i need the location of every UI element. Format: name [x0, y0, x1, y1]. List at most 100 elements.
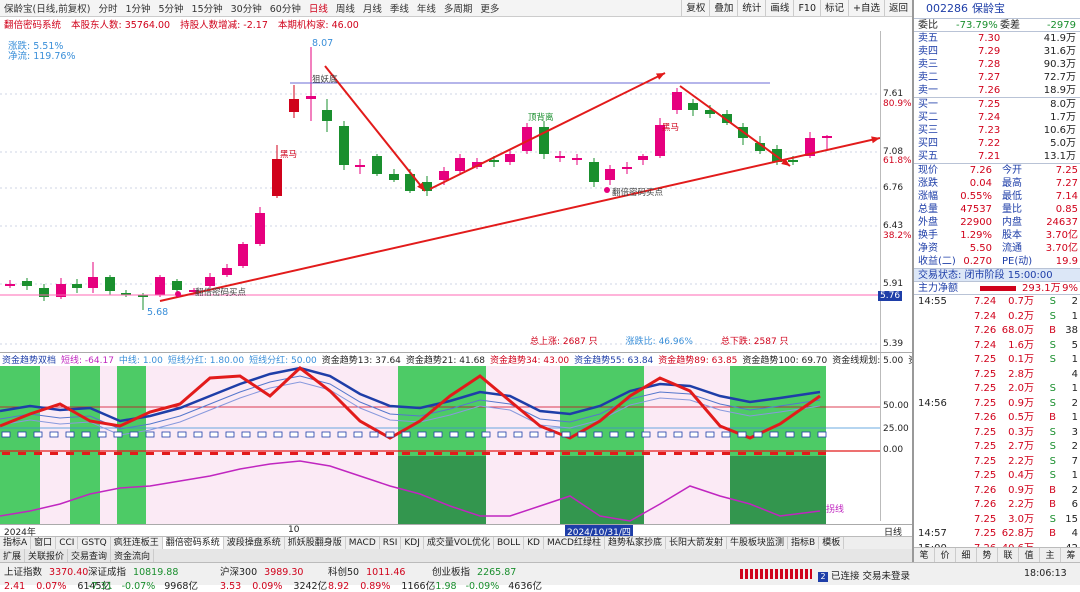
signal-dash	[578, 452, 586, 455]
indicator-tab[interactable]: GSTQ	[78, 537, 111, 549]
period-tab[interactable]: 5分钟	[155, 1, 188, 15]
buy-marker	[175, 291, 181, 297]
indicator-tab[interactable]: 抓妖股翻身版	[285, 537, 346, 549]
stat-row: 净资 5.50 流通 3.70亿	[914, 242, 1080, 255]
indicator-tab[interactable]: 长阳大箭发射	[666, 537, 727, 549]
tick-volume: 2.2万	[1008, 455, 1034, 467]
tick-volume: 0.2万	[1008, 310, 1034, 322]
candle-body	[822, 136, 832, 138]
tick-count: 7	[1071, 455, 1078, 467]
quote-tab[interactable]: 筹	[1061, 548, 1080, 562]
toolbar-button[interactable]: 统计	[737, 0, 765, 17]
indicator-tab[interactable]: 模板	[819, 537, 845, 549]
indicator-value: 中线: 1.00	[118, 356, 163, 366]
indicator-tab[interactable]: 牛股板块监测	[727, 537, 788, 549]
price-chart[interactable]: 涨跌: 5.51% 净流: 119.76% 8.07 5.68 翻倍密码买点 翻…	[0, 31, 881, 351]
indicator-tab[interactable]: 疯狂连板王	[111, 537, 163, 549]
quote-tab[interactable]: 笔	[914, 548, 935, 562]
period-tab[interactable]: 更多	[476, 1, 503, 15]
signal-mark	[785, 431, 795, 438]
order-volume: 41.9万	[1043, 33, 1076, 44]
signal-mark	[529, 431, 539, 438]
extension-tab[interactable]: 交易查询	[68, 549, 112, 562]
indicator-tab[interactable]: 趋势私家抄底	[605, 537, 666, 549]
toolbar-button[interactable]: 复权	[681, 0, 709, 17]
stat-row: 收益(二) 0.270 PE(动) 19.9	[914, 255, 1080, 268]
indicator-tab[interactable]: CCI	[56, 537, 79, 549]
tick-time: 14:57	[918, 528, 947, 539]
candlestick-chart[interactable]	[0, 31, 881, 351]
period-tab[interactable]: 日线	[305, 1, 332, 15]
order-book-row: 买一 7.25 8.0万	[914, 98, 1080, 111]
order-label: 卖一	[918, 85, 938, 96]
extension-tab[interactable]: 资金流向	[111, 549, 155, 562]
indicator-chart[interactable]	[0, 366, 880, 524]
quote-tab[interactable]: 细	[956, 548, 977, 562]
indicator-tab[interactable]: 成交量VOL优化	[424, 537, 494, 549]
indicator-tab[interactable]: 指标A	[0, 537, 32, 549]
tick-price: 7.25	[974, 368, 997, 380]
signal-dash	[18, 452, 26, 455]
indicator-tab[interactable]: 窗口	[31, 537, 57, 549]
period-tab[interactable]: 周线	[332, 1, 359, 15]
period-tab[interactable]: 30分钟	[227, 1, 266, 15]
order-price: 7.30	[978, 33, 1001, 44]
indicator-tab[interactable]: MACD	[346, 537, 380, 549]
indicator-tab[interactable]: MACD红绿柱	[544, 537, 605, 549]
extension-tab[interactable]: 关联报价	[25, 549, 69, 562]
toolbar-button[interactable]: +自选	[848, 0, 884, 17]
tick-volume: 2.2万	[1008, 499, 1034, 510]
period-tab[interactable]: 分时	[94, 1, 121, 15]
signal-mark	[209, 431, 219, 438]
fund-trend-chart[interactable]: 拐线	[0, 366, 880, 524]
extension-tab[interactable]: 扩展	[0, 549, 26, 562]
candle-body	[589, 162, 599, 182]
indicator-tab[interactable]: RSI	[380, 537, 402, 549]
left-label-2: 净流: 119.76%	[8, 51, 76, 62]
period-tab[interactable]: 季线	[386, 1, 413, 15]
signal-dash	[530, 452, 538, 455]
indicator-tab[interactable]: KD	[524, 537, 544, 549]
toolbar-button[interactable]: 画线	[765, 0, 793, 17]
indicator-tab[interactable]: 翻倍密码系统	[162, 537, 224, 549]
indicator-tab[interactable]: 波段操盘系统	[224, 537, 285, 549]
signal-mark	[561, 431, 571, 438]
signal-dash	[226, 452, 234, 455]
period-tab[interactable]: 15分钟	[188, 1, 227, 15]
quote-tab[interactable]: 势	[977, 548, 998, 562]
quote-tab[interactable]: 价	[935, 548, 956, 562]
quote-tab[interactable]: 主	[1040, 548, 1061, 562]
index-cyb[interactable]: 创业板指 2265.87 -1.98 -0.09% 4636亿	[432, 564, 542, 592]
connection-status[interactable]: 2 已连接 交易未登录	[818, 568, 910, 582]
toolbar-button[interactable]: 返回	[883, 0, 912, 17]
quote-tab[interactable]: 值	[1019, 548, 1040, 562]
candle-body	[439, 171, 449, 180]
index-sz[interactable]: 深证成指 10819.88 -7.31 -0.07% 9968亿	[88, 564, 198, 592]
period-tab[interactable]: 60分钟	[266, 1, 305, 15]
toolbar-button[interactable]: 叠加	[709, 0, 737, 17]
order-price: 7.29	[978, 46, 1001, 57]
signal-dash	[370, 452, 378, 455]
index-kc50[interactable]: 科创50 1011.46 8.92 0.89% 1166亿	[328, 564, 435, 592]
toolbar-button[interactable]: F10	[793, 0, 820, 17]
order-book-row: 买五 7.21 13.1万	[914, 150, 1080, 163]
signal-mark	[49, 431, 59, 438]
signal-dash	[562, 452, 570, 455]
signal-mark	[609, 431, 619, 438]
y-tick: 0.00	[883, 445, 904, 455]
quote-tab[interactable]: 联	[998, 548, 1019, 562]
signal-mark	[353, 431, 363, 438]
indicator-tab[interactable]: KDJ	[401, 537, 424, 549]
signal-dash	[514, 452, 522, 455]
indicator-tab[interactable]: 指标B	[788, 537, 820, 549]
period-tab[interactable]: 年线	[413, 1, 440, 15]
y-tick: 7.61	[883, 89, 904, 99]
toolbar-button[interactable]: 标记	[820, 0, 848, 17]
period-tab[interactable]: 1分钟	[121, 1, 154, 15]
index-hs300[interactable]: 沪深300 3989.30 3.53 0.09% 3242亿	[220, 564, 327, 592]
indicator-tab[interactable]: BOLL	[494, 537, 525, 549]
y-tick: 6.43	[883, 221, 904, 231]
period-tab[interactable]: 月线	[359, 1, 386, 15]
candle-body	[672, 92, 682, 110]
period-tab[interactable]: 多周期	[440, 1, 477, 15]
